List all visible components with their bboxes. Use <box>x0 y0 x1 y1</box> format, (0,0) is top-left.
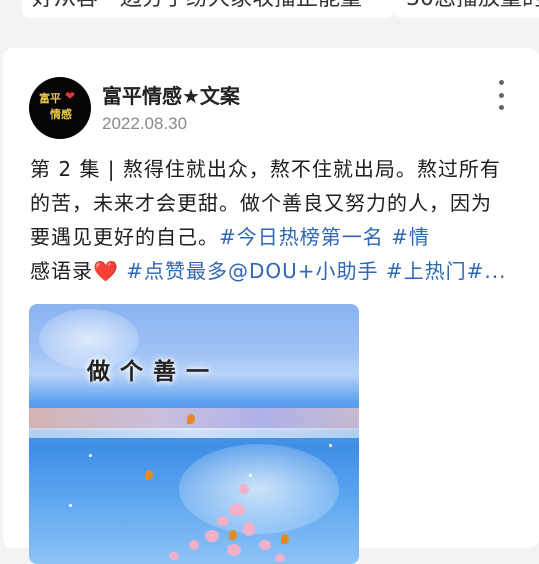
previous-post-card-right[interactable]: 30您播放量的 <box>394 0 539 18</box>
more-options-button[interactable] <box>489 80 513 110</box>
hashtag-link[interactable]: #情 <box>391 225 430 249</box>
avatar-text-line2: 情感 <box>50 108 72 121</box>
hashtag-link[interactable]: #上热门#... <box>386 259 507 283</box>
post-card: 富平 ❤ 情感 富平情感★文案 2022.08.30 第 2 集 | 熬得住就出… <box>3 48 539 564</box>
avatar-text-line1: 富平 <box>39 92 61 105</box>
hashtag-link[interactable]: #点赞最多@DOU+小助手 <box>126 259 378 283</box>
avatar-heart-icon: ❤ <box>65 89 76 103</box>
post-date: 2022.08.30 <box>102 114 188 133</box>
video-title-text: 做个善一 <box>87 358 219 385</box>
heart-emoji: ❤️ <box>93 259 119 283</box>
hashtag-link[interactable]: 感语录 <box>30 259 93 283</box>
video-thumbnail[interactable]: 做个善一 <box>29 304 359 564</box>
previous-post-strip: 好从容一边分手纷大家收播正能量 30您播放量的 <box>0 0 539 40</box>
post-text: 第 2 集 | 熬得住就出众，熬不住就出局。熬过所有的苦，未来才会更甜。做个善良… <box>30 152 510 288</box>
more-vertical-icon <box>498 80 504 85</box>
previous-post-text-left: 好从容一边分手纷大家收播正能量 <box>32 0 362 11</box>
previous-post-card-left[interactable]: 好从容一边分手纷大家收播正能量 <box>22 0 394 18</box>
author-name[interactable]: 富平情感★文案 <box>102 80 240 109</box>
hashtag-link[interactable]: #今日热榜第一名 <box>219 225 384 249</box>
previous-post-text-right: 30您播放量的 <box>406 0 539 11</box>
avatar[interactable]: 富平 ❤ 情感 <box>29 77 91 139</box>
